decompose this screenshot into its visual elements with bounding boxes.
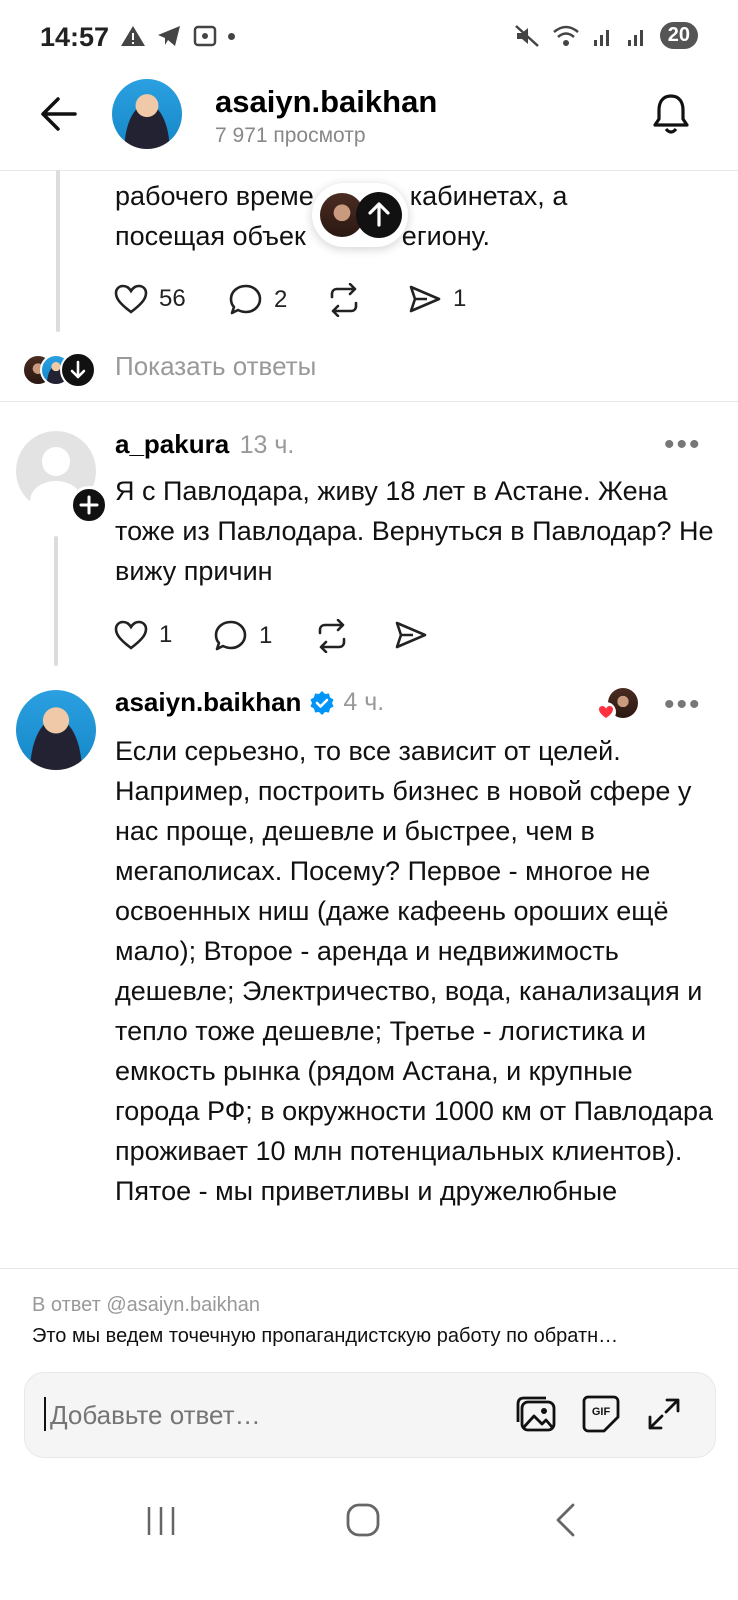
comment-action[interactable]: 2 <box>228 283 287 317</box>
like-action[interactable]: 56 <box>113 283 186 315</box>
plus-icon <box>79 495 99 515</box>
like-count: 1 <box>159 621 173 648</box>
follow-button[interactable] <box>70 486 108 524</box>
repost-icon[interactable] <box>325 283 363 317</box>
like-count: 56 <box>159 285 186 312</box>
comment2-time: 4 ч. <box>343 688 385 716</box>
comment-count: 1 <box>259 622 273 649</box>
more-options-icon[interactable]: ••• <box>664 688 702 722</box>
replies-avatars[interactable] <box>22 352 96 388</box>
comment2-text: Если серьезно, то все зависит от целей. … <box>115 736 714 1206</box>
liked-by-indicator[interactable] <box>596 688 640 724</box>
bell-icon[interactable] <box>650 92 692 136</box>
post-text-part: рабочего време <box>115 181 314 211</box>
header-username[interactable]: asaiyn.baikhan <box>215 84 437 120</box>
comment2-username[interactable]: asaiyn.baikhan <box>115 687 301 718</box>
post-text-part: кабинетах, а <box>409 181 568 211</box>
heart-icon <box>114 284 148 314</box>
arrow-up-icon <box>368 202 390 227</box>
back-arrow-icon[interactable] <box>38 96 78 132</box>
comment1-reply-action[interactable]: 1 <box>213 619 272 653</box>
comment2-avatar[interactable] <box>16 690 96 770</box>
comment1-text: Я с Павлодара, живу 18 лет в Астане. Жен… <box>115 476 714 586</box>
comment2-meta: asaiyn.baikhan 4 ч. <box>115 687 384 718</box>
send-icon[interactable] <box>393 619 429 651</box>
comment1-meta: a_pakura 13 ч. <box>115 429 294 460</box>
expand-icon[interactable] <box>646 1396 682 1432</box>
comment-icon <box>214 620 247 651</box>
home-icon[interactable] <box>345 1502 381 1538</box>
show-replies-link[interactable]: Показать ответы <box>115 351 316 382</box>
comment1-username[interactable]: a_pakura <box>115 429 229 459</box>
header-avatar[interactable] <box>112 79 182 149</box>
text-cursor <box>44 1397 46 1431</box>
thread-line <box>56 170 60 332</box>
expand-replies-button[interactable] <box>60 352 96 388</box>
thread-line <box>54 536 58 666</box>
reply-input[interactable] <box>48 1390 492 1440</box>
gif-icon[interactable]: GIF <box>580 1393 622 1435</box>
verified-badge-icon <box>310 690 334 715</box>
battery-indicator: 20 <box>659 22 698 49</box>
divider <box>0 401 738 402</box>
status-time: 14:57 <box>40 22 110 52</box>
status-system-icons: 20 <box>514 22 698 49</box>
back-nav-icon[interactable] <box>552 1502 578 1538</box>
status-notification-icons <box>120 24 235 48</box>
comment1-like-action[interactable]: 1 <box>113 619 172 651</box>
status-bar: 14:57 20 <box>0 0 738 72</box>
gallery-icon[interactable] <box>514 1394 558 1434</box>
reply-to-preview: Это мы ведем точечную пропагандистскую р… <box>32 1325 619 1347</box>
telegram-icon <box>158 26 180 46</box>
heart-badge-icon <box>596 702 616 722</box>
dot-icon <box>228 32 235 40</box>
comment1-time: 13 ч. <box>239 431 295 459</box>
comment-icon <box>229 284 262 315</box>
warning-icon <box>121 26 145 46</box>
new-posts-pill[interactable] <box>312 183 408 247</box>
screenshot-icon <box>193 25 217 47</box>
post-text-part: егиону. <box>401 221 490 251</box>
repost-icon[interactable] <box>313 619 351 653</box>
share-count: 1 <box>453 285 467 312</box>
recent-apps-icon[interactable] <box>143 1504 179 1538</box>
reply-to-label: В ответ @asaiyn.baikhan <box>32 1294 261 1316</box>
heart-icon <box>114 620 148 650</box>
scroll-up-button[interactable] <box>356 192 402 238</box>
divider <box>0 1268 738 1269</box>
post-text: рабочего време кабинетах, а посещая объек… <box>115 176 715 256</box>
header-views: 7 971 просмотр <box>215 124 366 147</box>
more-options-icon[interactable]: ••• <box>664 428 702 462</box>
mute-icon <box>514 24 539 47</box>
send-icon <box>409 285 441 313</box>
share-action[interactable]: 1 <box>407 283 466 315</box>
wifi-icon <box>552 25 579 46</box>
comment-count: 2 <box>274 286 288 313</box>
svg-text:GIF: GIF <box>592 1406 611 1418</box>
signal-icon <box>593 29 609 46</box>
arrow-down-icon <box>70 360 86 379</box>
signal2-icon <box>627 29 643 46</box>
post-text-part: посещая объек <box>115 221 306 251</box>
